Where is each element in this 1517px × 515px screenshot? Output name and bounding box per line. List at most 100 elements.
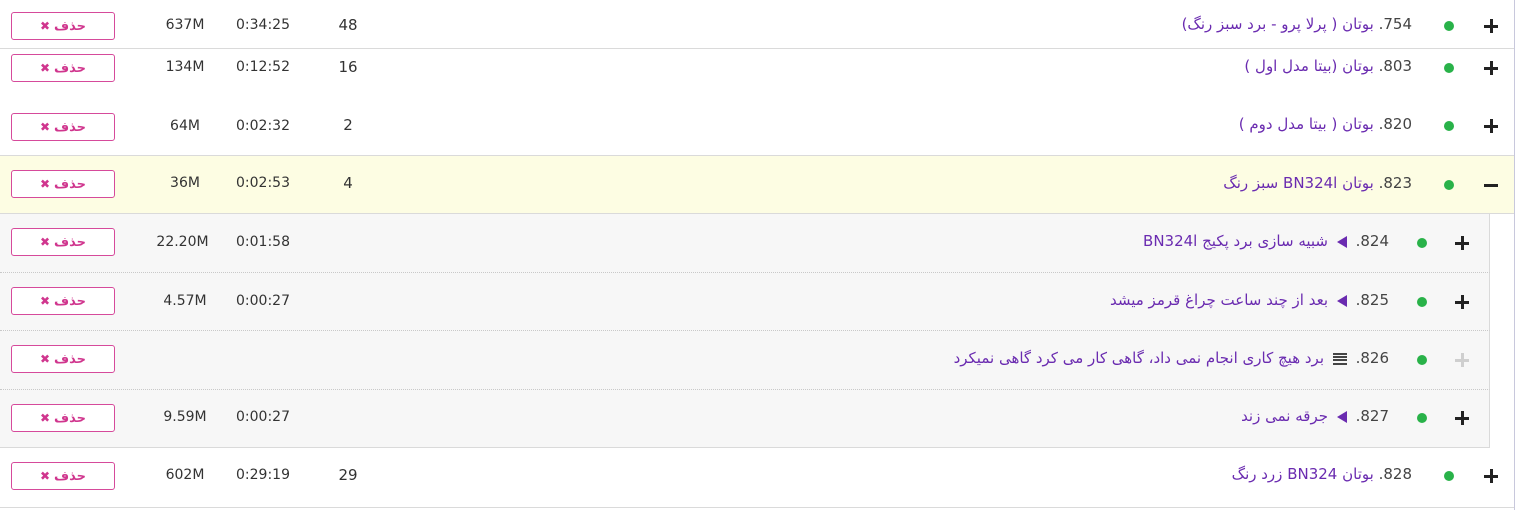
child-item: ✖ حذف 22.20M 0:01:58 824. شبیه سازی برد … xyxy=(0,214,1490,273)
delete-button[interactable]: ✖ حذف xyxy=(11,404,115,432)
close-icon: ✖ xyxy=(39,235,51,249)
child-item: ✖ حذف 826. برد هیچ کاری انجام نمی داد، گ… xyxy=(0,331,1490,390)
delete-button[interactable]: ✖ حذف xyxy=(11,170,115,198)
item-title-text: بوتان BN324l سبز رنگ xyxy=(1223,174,1374,192)
close-icon: ✖ xyxy=(39,19,51,33)
collapse-minus-icon[interactable] xyxy=(1484,178,1498,192)
item-number: 820. xyxy=(1378,115,1412,133)
duration: 0:00:27 xyxy=(236,409,290,425)
item-number: 827. xyxy=(1355,407,1389,425)
delete-button[interactable]: ✖ حذف xyxy=(11,462,115,490)
file-size: 602M xyxy=(165,467,205,483)
delete-label: حذف xyxy=(54,176,87,192)
list-item: ✖ حذف 637M 0:34:25 48 754. بوتان ( پرلا … xyxy=(0,0,1514,49)
delete-label: حذف xyxy=(54,60,87,76)
expand-plus-icon xyxy=(1455,353,1469,367)
item-number: 826. xyxy=(1355,349,1389,367)
item-title[interactable]: 820. بوتان ( بیتا مدل دوم ) xyxy=(1239,115,1412,133)
delete-label: حذف xyxy=(54,119,87,135)
duration: 0:02:53 xyxy=(236,175,290,191)
close-icon: ✖ xyxy=(39,61,51,75)
item-title-text: شبیه سازی برد پکیج BN324l xyxy=(1143,232,1329,250)
text-lines-icon xyxy=(1332,352,1347,365)
duration: 0:00:27 xyxy=(236,293,290,309)
status-dot xyxy=(1417,413,1427,423)
item-title-text: برد هیچ کاری انجام نمی داد، گاهی کار می … xyxy=(953,349,1325,367)
delete-button[interactable]: ✖ حذف xyxy=(11,54,115,82)
item-count: 48 xyxy=(338,16,358,34)
item-title[interactable]: 826. برد هیچ کاری انجام نمی داد، گاهی کا… xyxy=(954,349,1389,367)
file-size: 134M xyxy=(165,59,205,75)
status-dot xyxy=(1444,471,1454,481)
file-size: 22.20M xyxy=(156,234,209,250)
play-icon xyxy=(1336,294,1347,307)
expand-plus-icon[interactable] xyxy=(1455,295,1469,309)
item-count: 4 xyxy=(343,174,353,192)
item-count: 16 xyxy=(338,58,358,76)
delete-button[interactable]: ✖ حذف xyxy=(11,228,115,256)
file-size: 64M xyxy=(170,118,200,134)
list-item-expanded: ✖ حذف 36M 0:02:53 4 823. بوتان BN324l سب… xyxy=(0,156,1514,214)
duration: 0:02:32 xyxy=(236,118,290,134)
status-dot xyxy=(1444,63,1454,73)
delete-label: حذف xyxy=(54,351,87,367)
play-icon xyxy=(1336,235,1347,248)
child-item: ✖ حذف 9.59M 0:00:27 827. جرقه نمی زند xyxy=(0,390,1490,448)
item-title-text: بوتان ( بیتا مدل دوم ) xyxy=(1238,115,1374,133)
close-icon: ✖ xyxy=(39,352,51,366)
list-item: ✖ حذف 134M 0:12:52 16 803. بوتان (بیتا م… xyxy=(0,49,1514,98)
status-dot xyxy=(1417,355,1427,365)
close-icon: ✖ xyxy=(39,469,51,483)
file-size: 36M xyxy=(170,175,200,191)
status-dot xyxy=(1417,297,1427,307)
delete-label: حذف xyxy=(54,293,87,309)
item-title[interactable]: 827. جرقه نمی زند xyxy=(1241,407,1389,425)
item-number: 754. xyxy=(1378,15,1412,33)
item-title[interactable]: 824. شبیه سازی برد پکیج BN324l xyxy=(1143,232,1389,250)
expand-plus-icon[interactable] xyxy=(1484,119,1498,133)
list-item: ✖ حذف 602M 0:29:19 29 828. بوتان BN324 ز… xyxy=(0,448,1514,508)
close-icon: ✖ xyxy=(39,411,51,425)
item-title-text: جرقه نمی زند xyxy=(1241,407,1329,425)
lesson-list: ✖ حذف 637M 0:34:25 48 754. بوتان ( پرلا … xyxy=(0,0,1517,515)
play-icon xyxy=(1336,410,1347,423)
expand-plus-icon[interactable] xyxy=(1484,469,1498,483)
expand-plus-icon[interactable] xyxy=(1484,61,1498,75)
delete-button[interactable]: ✖ حذف xyxy=(11,345,115,373)
item-title[interactable]: 823. بوتان BN324l سبز رنگ xyxy=(1223,174,1412,192)
close-icon: ✖ xyxy=(39,177,51,191)
item-number: 825. xyxy=(1355,291,1389,309)
duration: 0:01:58 xyxy=(236,234,290,250)
duration: 0:34:25 xyxy=(236,17,290,33)
item-title[interactable]: 825. بعد از چند ساعت چراغ قرمز میشد xyxy=(1110,291,1389,309)
item-number: 803. xyxy=(1378,57,1412,75)
item-title-text: بوتان BN324 زرد رنگ xyxy=(1231,465,1374,483)
item-title-text: بوتان ( پرلا پرو - برد سبز رنگ) xyxy=(1181,15,1374,33)
item-title[interactable]: 803. بوتان (بیتا مدل اول ) xyxy=(1244,57,1412,75)
close-icon: ✖ xyxy=(39,120,51,134)
item-title-text: بعد از چند ساعت چراغ قرمز میشد xyxy=(1109,291,1329,309)
status-dot xyxy=(1444,21,1454,31)
expand-plus-icon[interactable] xyxy=(1455,236,1469,250)
item-number: 824. xyxy=(1355,232,1389,250)
list-item: ✖ حذف 64M 0:02:32 2 820. بوتان ( بیتا مد… xyxy=(0,98,1514,156)
item-count: 2 xyxy=(343,116,353,134)
file-size: 4.57M xyxy=(163,293,207,309)
delete-button[interactable]: ✖ حذف xyxy=(11,12,115,40)
delete-label: حذف xyxy=(54,410,87,426)
item-title[interactable]: 828. بوتان BN324 زرد رنگ xyxy=(1232,465,1412,483)
delete-button[interactable]: ✖ حذف xyxy=(11,113,115,141)
expand-plus-icon[interactable] xyxy=(1484,19,1498,33)
status-dot xyxy=(1417,238,1427,248)
expand-plus-icon[interactable] xyxy=(1455,411,1469,425)
item-number: 823. xyxy=(1378,174,1412,192)
delete-button[interactable]: ✖ حذف xyxy=(11,287,115,315)
duration: 0:12:52 xyxy=(236,59,290,75)
delete-label: حذف xyxy=(54,234,87,250)
close-icon: ✖ xyxy=(39,294,51,308)
item-number: 828. xyxy=(1378,465,1412,483)
status-dot xyxy=(1444,180,1454,190)
item-title-text: بوتان (بیتا مدل اول ) xyxy=(1244,57,1374,75)
delete-label: حذف xyxy=(54,18,87,34)
item-title[interactable]: 754. بوتان ( پرلا پرو - برد سبز رنگ) xyxy=(1182,15,1412,33)
